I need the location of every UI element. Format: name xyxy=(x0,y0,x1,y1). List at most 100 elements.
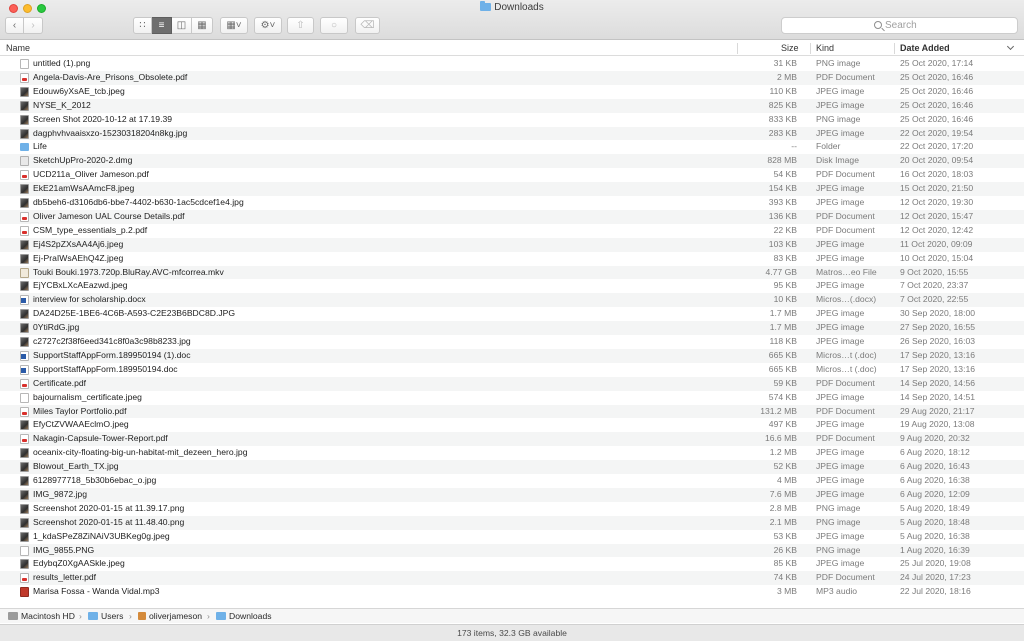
file-date-added: 14 Sep 2020, 14:56 xyxy=(900,377,976,388)
file-row[interactable]: oceanix-city-floating-big-un-habitat-mit… xyxy=(0,446,1024,460)
file-row[interactable]: CSM_type_essentials_p.2.pdf 22 KB PDF Docu… xyxy=(0,224,1024,238)
file-row[interactable]: 0YtiRdG.jpg 1.7 MB JPEG image 27 Sep 2020, … xyxy=(0,321,1024,335)
name-column-header[interactable]: Name xyxy=(6,41,30,56)
file-row[interactable]: Ej-PraIWsAEhQ4Z.jpeg 83 KB JPEG image 10 Oc… xyxy=(0,252,1024,266)
file-row[interactable]: EfyCtZVWAAEclmO.jpeg 497 KB JPEG image 19 A… xyxy=(0,418,1024,432)
file-row[interactable]: IMG_9855.PNG 26 KB PNG image 1 Aug 2020, 16… xyxy=(0,543,1024,558)
file-row[interactable]: Nakagin-Capsule-Tower-Report.pdf 16.6 MB P… xyxy=(0,432,1024,447)
file-kind: JPEG image xyxy=(816,322,865,333)
file-row[interactable]: EjYCBxLXcAEazwd.jpeg 95 KB JPEG image 7 Oct… xyxy=(0,279,1024,293)
file-date-added: 1 Aug 2020, 16:39 xyxy=(900,544,970,555)
jpeg-file-icon xyxy=(20,253,29,264)
file-row[interactable]: Marisa Fossa - Wanda Vidal.mp3 3 MB MP3 au… xyxy=(0,585,1024,599)
file-row[interactable]: Certificate.pdf 59 KB PDF Document 14 Sep 2… xyxy=(0,376,1024,391)
file-row[interactable]: Blowout_Earth_TX.jpg 52 KB JPEG image 6 Aug… xyxy=(0,460,1024,474)
kind-column-header[interactable]: Kind xyxy=(816,41,834,56)
file-row[interactable]: results_letter.pdf 74 KB PDF Document 24 Ju… xyxy=(0,571,1024,586)
column-divider[interactable] xyxy=(810,43,811,54)
file-row[interactable]: 1_kdaSPeZ8ZiNAiV3UBKeg0g.jpeg 53 KB JPEG i… xyxy=(0,530,1024,544)
gallery-view-button[interactable]: ▦ xyxy=(192,17,213,34)
file-name: Blowout_Earth_TX.jpg xyxy=(33,461,119,472)
file-kind: PDF Document xyxy=(816,169,875,180)
pdf-file-icon xyxy=(20,434,29,445)
jpeg-file-icon xyxy=(20,184,29,195)
file-date-added: 10 Oct 2020, 15:04 xyxy=(900,252,974,263)
file-row[interactable]: Ej4S2pZXsAA4Aj6.jpeg 103 KB JPEG image 11 O… xyxy=(0,237,1024,252)
file-list[interactable]: untitled (1).png 31 KB PNG image 25 Oct 202… xyxy=(0,57,1024,607)
file-row[interactable]: DA24D25E-1BE6-4C6B-A593-C2E23B6BDC8D.JPG… xyxy=(0,307,1024,321)
list-view-button[interactable]: ≡ xyxy=(152,17,172,34)
jpeg-file-icon xyxy=(20,420,29,431)
file-date-added: 25 Oct 2020, 16:46 xyxy=(900,71,974,82)
folder-file-icon xyxy=(20,143,29,152)
file-row[interactable]: dagphvhvaaisxzo-15230318204n8kg.jpg 283 K… xyxy=(0,126,1024,141)
file-row[interactable]: SketchUpPro-2020-2.dmg 828 MB Disk Image 20… xyxy=(0,154,1024,169)
file-row[interactable]: Screenshot 2020-01-15 at 11.48.40.png 2.1… xyxy=(0,515,1024,530)
file-size: 665 KB xyxy=(768,349,797,360)
file-row[interactable]: IMG_9872.jpg 7.6 MB JPEG image 6 Aug 2020, … xyxy=(0,487,1024,502)
trash-button[interactable]: ⌫ xyxy=(355,17,380,34)
pdf-file-icon xyxy=(20,378,29,389)
jpeg-file-icon xyxy=(20,489,29,500)
file-row[interactable]: 6128977718_5b30b6ebac_o.jpg 4 MB JPEG imag… xyxy=(0,474,1024,488)
file-size: 22 KB xyxy=(773,224,797,235)
path-item-oliverjameson[interactable]: oliverjameson xyxy=(138,609,202,623)
size-column-header[interactable]: Size xyxy=(781,41,799,56)
file-date-added: 25 Oct 2020, 16:46 xyxy=(900,85,974,96)
search-input[interactable] xyxy=(885,20,925,31)
action-gear-button[interactable]: ⚙˅ xyxy=(254,17,282,34)
group-by-button[interactable]: ▦˅ xyxy=(220,17,248,34)
file-name: IMG_9855.PNG xyxy=(33,544,95,555)
file-row[interactable]: interview for scholarship.docx 10 KB Micro… xyxy=(0,293,1024,308)
file-kind: JPEG image xyxy=(816,419,865,430)
file-kind: Folder xyxy=(816,141,841,152)
date-added-column-header[interactable]: Date Added xyxy=(900,41,950,56)
file-size: 497 KB xyxy=(768,419,797,430)
file-row[interactable]: Screenshot 2020-01-15 at 11.39.17.png 2.8… xyxy=(0,502,1024,516)
file-row[interactable]: Angela-Davis-Are_Prisons_Obsolete.pdf 2 M… xyxy=(0,70,1024,85)
path-item-macintosh-hd[interactable]: Macintosh HD xyxy=(8,609,75,623)
file-row[interactable]: EkE21amWsAAmcF8.jpeg 154 KB JPEG image 15 O… xyxy=(0,182,1024,196)
file-row[interactable]: c2727c2f38f6eed341c8f0a3c98b8233.jpg 118 … xyxy=(0,335,1024,349)
file-row[interactable]: SupportStaffAppForm.189950194.doc 665 KB M… xyxy=(0,363,1024,377)
search-field[interactable] xyxy=(781,17,1018,34)
icon-view-button[interactable]: ∷ xyxy=(133,17,152,34)
file-row[interactable]: bajournalism_certificate.jpeg 574 KB JPEG … xyxy=(0,391,1024,405)
file-kind: PDF Document xyxy=(816,405,875,416)
file-row[interactable]: Screen Shot 2020-10-12 at 17.19.39 833 KB… xyxy=(0,113,1024,127)
file-row[interactable]: NYSE_K_2012 825 KB JPEG image 25 Oct 2020, … xyxy=(0,98,1024,113)
file-date-added: 6 Aug 2020, 16:38 xyxy=(900,475,970,485)
file-date-added: 19 Aug 2020, 13:08 xyxy=(900,419,975,430)
file-row[interactable]: SupportStaffAppForm.189950194 (1).doc 665… xyxy=(0,348,1024,363)
file-name: oceanix-city-floating-big-un-habitat-mit… xyxy=(33,447,248,458)
file-row[interactable]: Touki Bouki.1973.720p.BluRay.AVC-mfcorre… xyxy=(0,265,1024,280)
dmg-file-icon xyxy=(20,156,29,167)
file-name: interview for scholarship.docx xyxy=(33,294,146,305)
column-divider[interactable] xyxy=(737,43,738,54)
share-button[interactable]: ⇧ xyxy=(287,17,314,34)
file-kind: Disk Image xyxy=(816,155,859,166)
back-button[interactable]: ‹ xyxy=(5,17,24,34)
file-kind: PDF Document xyxy=(816,377,875,388)
path-item-downloads[interactable]: Downloads xyxy=(216,609,272,623)
file-row[interactable]: Oliver Jameson UAL Course Details.pdf 136… xyxy=(0,209,1024,224)
file-row[interactable]: Miles Taylor Portfolio.pdf 131.2 MB PDF Do… xyxy=(0,404,1024,419)
column-view-button[interactable]: ◫ xyxy=(172,17,192,34)
file-row[interactable]: Edouw6yXsAE_tcb.jpeg 110 KB JPEG image 25 O… xyxy=(0,85,1024,99)
file-row[interactable]: Life -- Folder 22 Oct 2020, 17:20 xyxy=(0,140,1024,154)
file-size: 154 KB xyxy=(768,183,797,194)
file-kind: PDF Document xyxy=(816,224,875,235)
file-size: 54 KB xyxy=(773,169,797,180)
file-row[interactable]: UCD211a_Oliver Jameson.pdf 54 KB PDF Docum… xyxy=(0,168,1024,182)
file-date-added: 22 Jul 2020, 18:16 xyxy=(900,586,971,597)
path-item-users[interactable]: Users xyxy=(88,609,123,623)
file-row[interactable]: untitled (1).png 31 KB PNG image 25 Oct 202… xyxy=(0,57,1024,71)
file-kind: PNG image xyxy=(816,113,861,124)
forward-button[interactable]: › xyxy=(24,17,43,34)
column-divider[interactable] xyxy=(894,43,895,54)
tag-button[interactable]: ○ xyxy=(320,17,348,34)
file-kind: JPEG image xyxy=(816,99,865,110)
file-row[interactable]: EdybqZ0XgAASkle.jpeg 85 KB JPEG image 25 Ju… xyxy=(0,557,1024,571)
file-row[interactable]: db5beh6-d3106db6-bbe7-4402-b630-1ac5cdce… xyxy=(0,196,1024,210)
file-name: EfyCtZVWAAEclmO.jpeg xyxy=(33,419,129,430)
